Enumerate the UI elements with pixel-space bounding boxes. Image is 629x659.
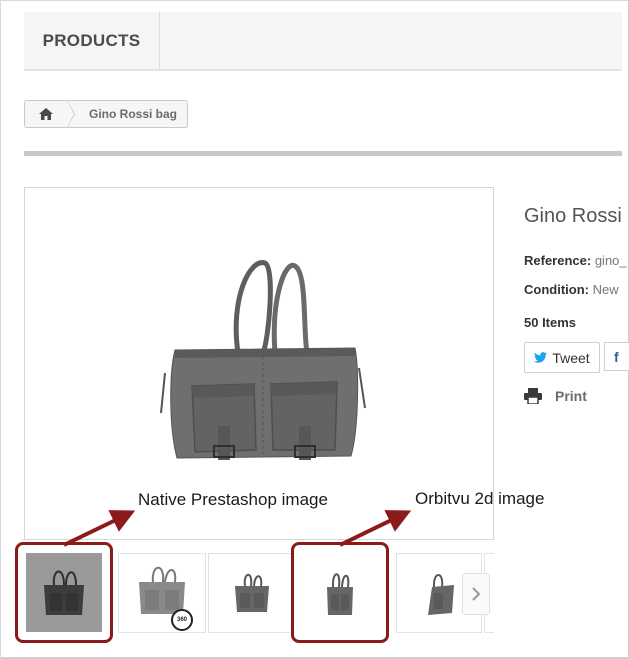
- breadcrumb: Gino Rossi bag: [24, 100, 189, 128]
- reference-value: gino_: [594, 253, 627, 268]
- thumbnail-5-image: [428, 574, 454, 615]
- thumbnail-3[interactable]: [208, 553, 296, 633]
- thumbnail-next-button[interactable]: [462, 573, 490, 615]
- nav-products-tab[interactable]: PRODUCTS: [24, 12, 160, 69]
- home-icon: [39, 108, 53, 120]
- badge-360-icon: 360: [171, 609, 193, 631]
- thumbnail-native-image: [26, 553, 102, 632]
- facebook-icon: f: [614, 348, 619, 365]
- reference-label: Reference:: [524, 253, 592, 268]
- print-button[interactable]: Print: [524, 388, 587, 404]
- chevron-right-icon: [472, 587, 480, 601]
- breadcrumb-home[interactable]: [25, 101, 75, 127]
- tweet-label: Tweet: [552, 349, 590, 366]
- breadcrumb-current[interactable]: Gino Rossi bag: [67, 101, 187, 127]
- reference-row: Reference: gino_: [524, 253, 627, 268]
- annotation-orbitvu-image: Orbitvu 2d image: [415, 489, 545, 508]
- main-product-image[interactable]: [24, 187, 494, 540]
- print-label: Print: [555, 388, 587, 404]
- thumbnail-3-image: [235, 573, 269, 612]
- product-title: Gino Rossi: [524, 205, 622, 227]
- thumbnail-orbitvu-image: [327, 572, 353, 615]
- divider: [24, 151, 622, 156]
- printer-icon: [524, 388, 542, 404]
- facebook-share-button[interactable]: f: [604, 342, 629, 371]
- stock-count: 50 Items: [524, 315, 577, 330]
- annotation-native-image: Native Prestashop image: [138, 490, 328, 509]
- twitter-icon: [534, 352, 548, 363]
- thumbnail-orbitvu[interactable]: [291, 542, 389, 643]
- condition-value: New: [592, 282, 619, 297]
- condition-label: Condition:: [524, 282, 589, 297]
- tweet-button[interactable]: Tweet: [524, 342, 600, 373]
- condition-row: Condition: New: [524, 282, 619, 297]
- top-navigation: PRODUCTS: [24, 12, 622, 71]
- thumbnail-360[interactable]: 360: [118, 553, 206, 633]
- thumbnail-native[interactable]: [15, 542, 113, 643]
- bag-image: [160, 260, 366, 460]
